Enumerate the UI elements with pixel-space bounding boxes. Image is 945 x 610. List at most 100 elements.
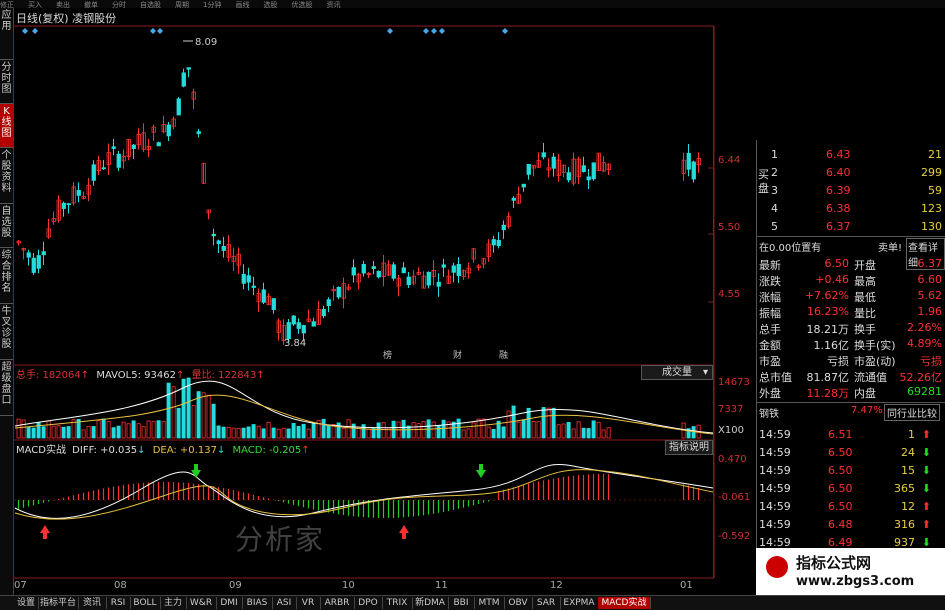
order-book-row[interactable]: 5 6.37 130 — [756, 219, 945, 236]
volume-bar — [541, 407, 546, 439]
level-number: 1 — [771, 148, 778, 161]
volume-bar — [401, 419, 406, 439]
signal-diamond-icon — [423, 28, 429, 34]
indicator-tab[interactable]: ARBR — [320, 597, 355, 609]
indicator-tab[interactable]: W&R — [186, 597, 217, 609]
candle-body — [36, 255, 41, 269]
indicator-tab[interactable]: VR — [296, 597, 321, 609]
indicator-tab[interactable]: EXPMA — [560, 597, 599, 609]
indicator-tab[interactable]: 新DMA — [412, 597, 449, 609]
top-menu-item[interactable]: 优选股 — [291, 1, 312, 8]
signal-diamond-icon — [150, 28, 156, 34]
event-mark-finance[interactable]: 财 — [453, 348, 462, 361]
volume-bar — [321, 418, 326, 439]
indicator-tab[interactable]: 主力 — [160, 597, 187, 609]
indicator-select[interactable]: 成交量 ▾ — [641, 365, 713, 380]
candle-body — [296, 322, 301, 329]
candle-body — [426, 271, 431, 286]
macd-name-label: MACD实战 — [16, 445, 66, 456]
event-mark-margin[interactable]: 融 — [499, 348, 508, 361]
volume-bar — [411, 422, 416, 439]
quote-row: 涨幅 +7.62% 最低 5.62 — [756, 288, 945, 305]
indicator-tab[interactable]: 设置 — [14, 597, 39, 609]
volume-bar — [371, 428, 376, 439]
order-book-row[interactable]: 1 6.43 21 — [756, 147, 945, 164]
indicator-tab[interactable]: ASI — [272, 597, 297, 609]
left-tab[interactable]: 分时图 — [0, 60, 13, 104]
indicator-tab[interactable]: BOLL — [130, 597, 161, 609]
top-menu-item[interactable]: 分时 — [112, 1, 126, 8]
candle-body — [376, 270, 381, 278]
level-volume: 59 — [928, 184, 942, 197]
indicator-help-button[interactable]: 指标说明 — [665, 440, 713, 455]
trade-row: 14:59 6.51 1 ⬆ — [756, 427, 945, 444]
volume-bar — [176, 407, 181, 439]
left-tab[interactable]: 超级盘口 — [0, 360, 13, 416]
indicator-tab[interactable]: BIAS — [242, 597, 273, 609]
indicator-tab[interactable]: DMI — [216, 597, 243, 609]
top-menu-item[interactable]: 撤单 — [84, 1, 98, 8]
date-label: 07 — [14, 580, 27, 591]
top-menu-item[interactable]: 画线 — [235, 1, 249, 8]
indicator-tab[interactable]: 指标平台 — [38, 597, 79, 609]
candle-body — [166, 124, 171, 137]
quote-key: 量比 — [854, 307, 876, 320]
sector-name[interactable]: 钢铁 — [759, 405, 779, 420]
volume-bar — [81, 429, 86, 439]
volume-axis-2: 7337 — [718, 404, 744, 415]
top-menu-item[interactable]: 修正 — [0, 1, 14, 8]
volume-bar — [141, 426, 146, 439]
left-tab[interactable]: 应用 — [0, 8, 13, 60]
indicator-tab[interactable]: RSI — [106, 597, 131, 609]
left-tab[interactable]: K线图 — [0, 104, 13, 148]
volume-bar — [466, 428, 471, 439]
indicator-tab[interactable]: MTM — [474, 597, 505, 609]
left-tab[interactable]: 牛叉诊股 — [0, 304, 13, 360]
volume-bar — [261, 428, 266, 439]
left-tab[interactable]: 综合排名 — [0, 248, 13, 304]
top-menu-item[interactable]: 自选股 — [140, 1, 161, 8]
indicator-tab[interactable]: MACD实战 — [598, 597, 651, 609]
volume-bar — [596, 422, 601, 439]
indicator-tab[interactable]: DPO — [354, 597, 383, 609]
date-label: 08 — [114, 580, 127, 591]
top-menu-item[interactable]: 卖出 — [56, 1, 70, 8]
quote-row: 振幅 16.23% 量比 1.96 — [756, 304, 945, 321]
kline-chart[interactable] — [13, 8, 758, 595]
candle-body — [271, 298, 276, 310]
event-mark-rank[interactable]: 榜 — [383, 348, 392, 361]
indicator-tab[interactable]: 资讯 — [78, 597, 107, 609]
order-book-row[interactable]: 3 6.39 59 — [756, 183, 945, 200]
candle-body — [496, 239, 501, 247]
left-tab[interactable]: 个股资料 — [0, 148, 13, 204]
indicator-tab[interactable]: SAR — [532, 597, 561, 609]
order-book-row[interactable]: 2 6.40 299 — [756, 165, 945, 182]
signal-diamond-icon — [157, 28, 163, 34]
top-menu-item[interactable]: 周期 — [175, 1, 189, 8]
candle-body — [291, 315, 296, 325]
indicator-tab[interactable]: BBI — [448, 597, 475, 609]
arrow-up-icon: ⬆ — [921, 500, 931, 513]
left-tab[interactable]: 自选股 — [0, 204, 13, 248]
quote-key: 总手 — [759, 323, 781, 336]
quote-value: 6.37 — [917, 257, 943, 270]
arrow-down-icon: ⬇ — [921, 482, 931, 495]
order-book-row[interactable]: 4 6.38 123 — [756, 201, 945, 218]
volume-bar — [476, 418, 481, 439]
industry-compare-button[interactable]: 同行业比较 — [884, 404, 940, 421]
volume-bar — [591, 420, 596, 439]
quote-value: 81.87亿 — [806, 371, 850, 384]
indicator-tab[interactable]: TRIX — [382, 597, 413, 609]
top-menu-item[interactable]: 资讯 — [326, 1, 340, 8]
volume-bar — [111, 427, 116, 439]
top-menu-item[interactable]: 买入 — [28, 1, 42, 8]
badge-logo-icon — [766, 556, 788, 578]
mavol-label: MAVOL5: 93462 — [96, 370, 176, 381]
indicator-tab[interactable]: OBV — [504, 597, 533, 609]
volume-bar — [246, 426, 251, 439]
quote-value: 亏损 — [920, 355, 942, 368]
top-menu-item[interactable]: 1分钟 — [203, 1, 221, 8]
volume-bar — [546, 407, 551, 439]
price-axis-2: 5.50 — [718, 222, 741, 233]
top-menu-item[interactable]: 选股 — [263, 1, 277, 8]
